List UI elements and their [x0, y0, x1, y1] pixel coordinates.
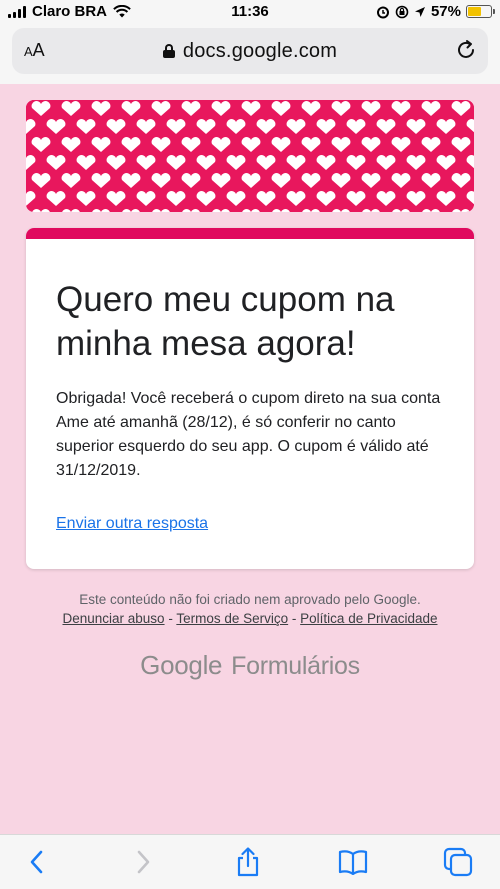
share-icon [237, 847, 259, 877]
wifi-icon [113, 5, 131, 18]
lock-rotation-icon [395, 5, 409, 18]
forward-button[interactable] [128, 847, 158, 877]
form-header-image [26, 100, 474, 212]
status-left: Claro BRA [8, 3, 131, 20]
confirmation-message: Obrigada! Você receberá o cupom direto n… [56, 390, 441, 479]
brand-product: Formulários [231, 652, 360, 680]
book-icon [338, 850, 368, 875]
tabs-icon [443, 847, 473, 877]
privacy-policy-link[interactable]: Política de Privacidade [300, 611, 437, 626]
battery-percent: 57% [430, 3, 461, 20]
terms-of-service-link[interactable]: Termos de Serviço [176, 611, 288, 626]
browser-toolbar: AA docs.google.com [0, 24, 500, 84]
status-right: 57% [376, 3, 495, 20]
footer-separator: - [168, 611, 173, 626]
location-icon [414, 6, 425, 17]
alarm-icon [376, 6, 389, 18]
share-button[interactable] [233, 847, 263, 877]
hearts-pattern [26, 100, 474, 212]
cellular-signal-icon [8, 5, 26, 18]
battery-icon [466, 5, 495, 18]
carrier-name: Claro BRA [32, 3, 108, 20]
footer-disclaimer: Este conteúdo não foi criado nem aprovad… [79, 592, 421, 607]
back-button[interactable] [22, 847, 52, 877]
bookmarks-button[interactable] [338, 847, 368, 877]
status-bar: Claro BRA 11:36 57% [0, 0, 500, 24]
google-forms-logo[interactable]: Google Formulários [0, 650, 500, 681]
url-display[interactable]: docs.google.com [12, 40, 488, 63]
brand-google: Google [140, 650, 223, 680]
chevron-right-icon [137, 850, 150, 874]
report-abuse-link[interactable]: Denunciar abuso [62, 611, 164, 626]
footer-links: Denunciar abuso - Termos de Serviço - Po… [0, 609, 500, 628]
address-bar[interactable]: AA docs.google.com [12, 28, 488, 74]
submit-another-response-link[interactable]: Enviar outra resposta [56, 515, 208, 533]
confirmation-card: Quero meu cupom na minha mesa agora! Obr… [26, 228, 474, 569]
browser-bottom-toolbar [0, 834, 500, 889]
lock-icon [162, 44, 175, 58]
url-text: docs.google.com [182, 40, 338, 62]
form-title: Quero meu cupom na minha mesa agora! [56, 280, 395, 363]
footer-separator: - [291, 611, 297, 626]
reload-icon[interactable] [454, 38, 478, 62]
chevron-left-icon [30, 850, 43, 874]
card-accent-bar [26, 228, 474, 239]
tabs-button[interactable] [443, 847, 473, 877]
